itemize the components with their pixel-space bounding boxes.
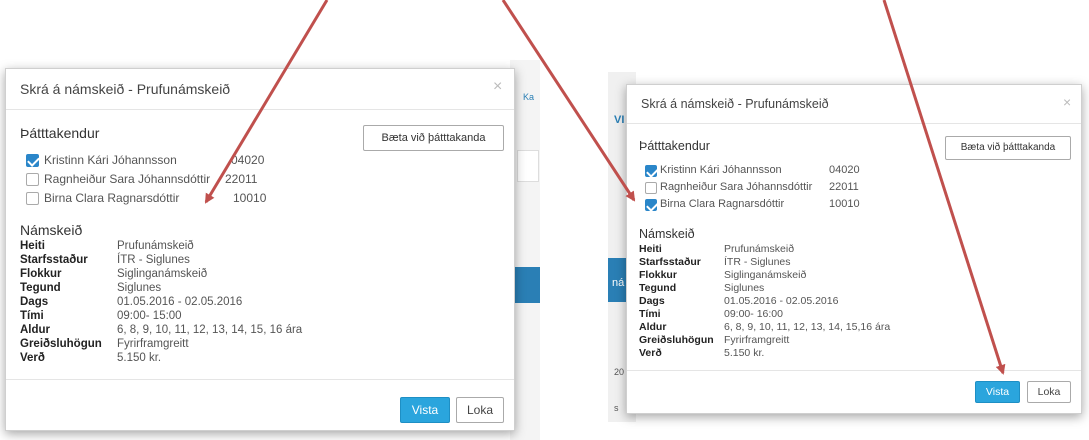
annotation-arrows	[204, 0, 1006, 375]
arrow-to-checked-participant	[501, 0, 636, 202]
arrow-to-save-button	[882, 0, 1006, 375]
arrow-to-participants	[204, 0, 329, 204]
